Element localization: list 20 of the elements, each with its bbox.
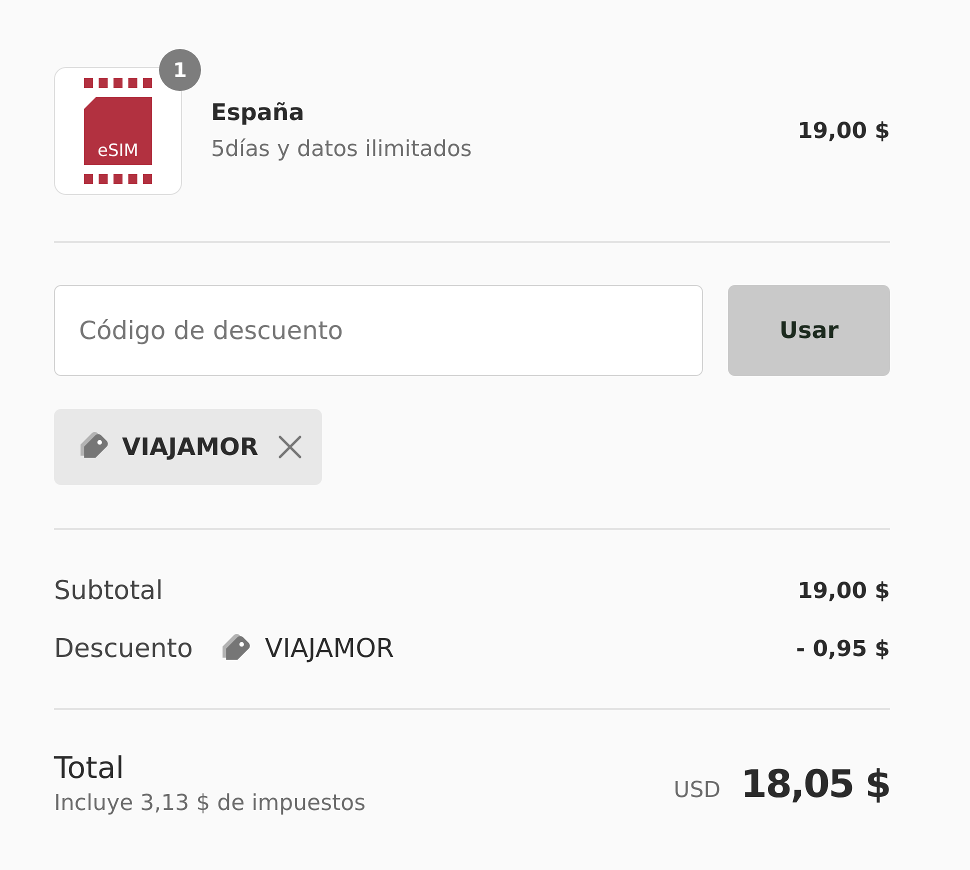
discount-code: VIAJAMOR bbox=[122, 433, 258, 461]
currency-code: USD bbox=[674, 778, 721, 803]
esim-label: eSIM bbox=[98, 141, 138, 163]
total-amount: 18,05 $ bbox=[740, 762, 890, 806]
summary-value: - 0,95 $ bbox=[796, 636, 890, 662]
close-icon bbox=[278, 435, 302, 459]
quantity-badge: 1 bbox=[159, 49, 201, 91]
summary-value: 19,00 $ bbox=[797, 578, 890, 604]
summary-label: Subtotal bbox=[54, 576, 163, 606]
summary-label: Descuento bbox=[54, 634, 193, 664]
discount-code: VIAJAMOR bbox=[264, 634, 394, 664]
product-description: 5días y datos ilimitados bbox=[211, 136, 473, 164]
total-label: Total bbox=[54, 751, 126, 787]
remove-code-button[interactable] bbox=[278, 435, 302, 459]
product-title: España bbox=[211, 98, 306, 128]
tax-note: Incluye 3,13 $ de impuestos bbox=[54, 791, 366, 817]
sim-contacts-icon bbox=[84, 78, 152, 88]
sim-contacts-icon bbox=[84, 174, 152, 184]
product-price: 19,00 $ bbox=[797, 118, 890, 144]
discount-code-field[interactable]: Código de descuento bbox=[54, 285, 703, 376]
